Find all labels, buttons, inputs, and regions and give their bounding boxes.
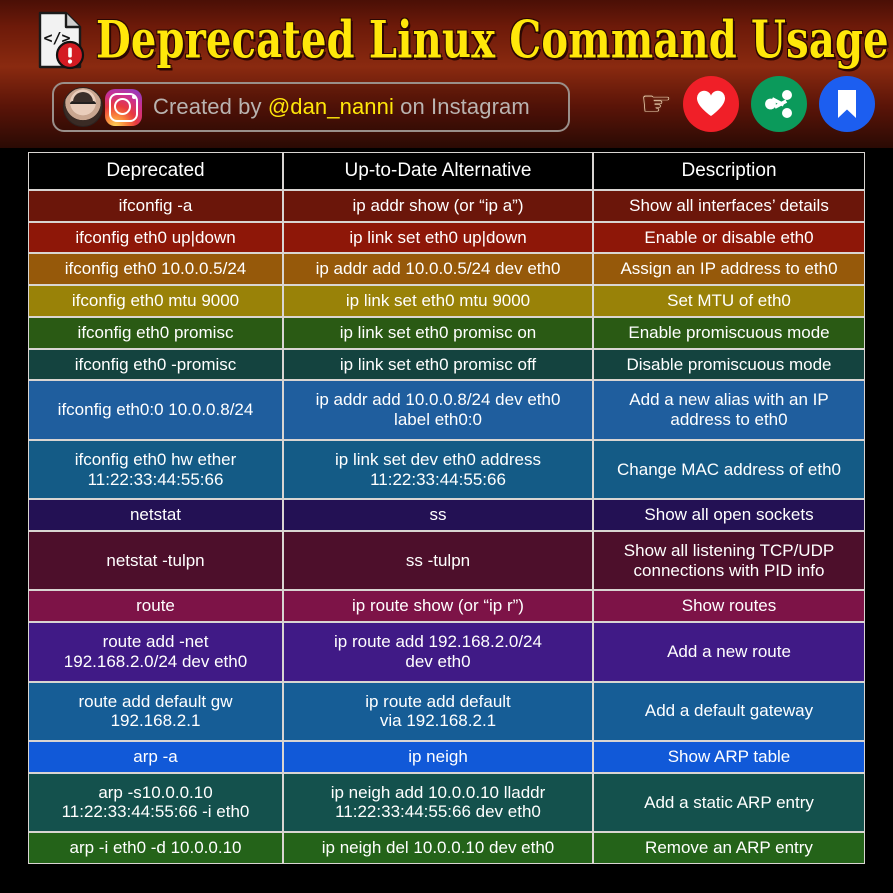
share-icon[interactable]	[751, 76, 807, 132]
table-row: ifconfig eth0 mtu 9000 ip link set eth0 m…	[28, 285, 865, 317]
cell-description: Add a new route	[593, 622, 865, 682]
cell-deprecated: ifconfig eth0 10.0.0.5/24	[28, 253, 283, 286]
cell-alternative: ip addr add 10.0.0.8/24 dev eth0 label et…	[283, 380, 593, 440]
cell-deprecated: netstat -tulpn	[28, 530, 283, 591]
pointing-hand-icon: ☞	[639, 85, 672, 123]
cell-description: Show all open sockets	[593, 499, 865, 531]
user-avatar	[63, 87, 103, 127]
cell-alternative: ip addr show (or “ip a”)	[283, 190, 593, 222]
cell-deprecated: ifconfig eth0 mtu 9000	[28, 285, 283, 317]
table-row: arp -a ip neigh Show ARP table	[28, 740, 865, 773]
cell-alternative: ip link set eth0 mtu 9000	[283, 285, 593, 317]
code-document-alert-icon: </>	[34, 10, 88, 70]
table-row: ifconfig eth0:0 10.0.0.8/24 ip addr add 1…	[28, 380, 865, 440]
cell-deprecated: route add -net 192.168.2.0/24 dev eth0	[28, 622, 283, 682]
cell-alternative: ss	[283, 499, 593, 531]
credit-suffix: on Instagram	[393, 94, 530, 119]
cell-description: Show routes	[593, 590, 865, 623]
bookmark-icon[interactable]	[819, 76, 875, 132]
cell-deprecated: ifconfig eth0 up|down	[28, 221, 283, 254]
cell-description: Add a default gateway	[593, 681, 865, 741]
cell-deprecated: ifconfig -a	[28, 190, 283, 222]
deprecated-commands-table: Deprecated Up-to-Date Alternative Descri…	[28, 152, 865, 864]
table-row: arp -s10.0.0.10 11:22:33:44:55:66 -i eth0…	[28, 772, 865, 833]
table-header-row: Deprecated Up-to-Date Alternative Descri…	[28, 152, 865, 191]
instagram-icon[interactable]	[105, 88, 142, 126]
table-row: ifconfig -a ip addr show (or “ip a”) Show …	[28, 190, 865, 222]
table-body: ifconfig -a ip addr show (or “ip a”) Show …	[28, 190, 865, 864]
title-row: </> Deprecated Linux Command Usage	[0, 4, 893, 76]
cell-description: Enable promiscuous mode	[593, 316, 865, 349]
cell-alternative: ip route add default via 192.168.2.1	[283, 681, 593, 741]
cell-deprecated: arp -a	[28, 740, 283, 773]
table-row: route ip route show (or “ip r”) Show route…	[28, 590, 865, 623]
cell-alternative: ip neigh	[283, 740, 593, 773]
action-icons: ☞	[639, 76, 875, 132]
cell-alternative: ip link set eth0 promisc off	[283, 348, 593, 381]
page-title: Deprecated Linux Command Usage	[96, 10, 889, 71]
table-row: netstat ss Show all open sockets	[28, 499, 865, 531]
cell-description: Show ARP table	[593, 740, 865, 773]
cell-description: Enable or disable eth0	[593, 221, 865, 254]
cell-description: Show all interfaces’ details	[593, 190, 865, 222]
column-header-alternative: Up-to-Date Alternative	[283, 152, 593, 191]
cell-alternative: ip addr add 10.0.0.5/24 dev eth0	[283, 253, 593, 286]
credit-pill[interactable]: Created by @dan_nanni on Instagram	[52, 82, 570, 132]
table-row: ifconfig eth0 hw ether 11:22:33:44:55:66 i…	[28, 439, 865, 500]
cell-deprecated: route	[28, 590, 283, 623]
cell-deprecated: ifconfig eth0 promisc	[28, 316, 283, 349]
table-row: ifconfig eth0 up|down ip link set eth0 up…	[28, 221, 865, 254]
cell-deprecated: ifconfig eth0:0 10.0.0.8/24	[28, 380, 283, 440]
table-row: ifconfig eth0 10.0.0.5/24 ip addr add 10.…	[28, 253, 865, 286]
cell-deprecated: ifconfig eth0 hw ether 11:22:33:44:55:66	[28, 439, 283, 500]
cell-description: Remove an ARP entry	[593, 832, 865, 864]
cell-description: Set MTU of eth0	[593, 285, 865, 317]
cell-alternative: ip link set eth0 promisc on	[283, 316, 593, 349]
cell-description: Disable promiscuous mode	[593, 348, 865, 381]
table-row: route add default gw 192.168.2.1 ip route …	[28, 681, 865, 741]
table-row: arp -i eth0 -d 10.0.0.10 ip neigh del 10.…	[28, 832, 865, 864]
cell-description: Show all listening TCP/UDP connections wi…	[593, 530, 865, 591]
cell-deprecated: arp -i eth0 -d 10.0.0.10	[28, 832, 283, 864]
cell-description: Add a static ARP entry	[593, 772, 865, 833]
cell-alternative: ip neigh del 10.0.0.10 dev eth0	[283, 832, 593, 864]
table-row: route add -net 192.168.2.0/24 dev eth0 ip …	[28, 622, 865, 682]
credit-handle: @dan_nanni	[267, 94, 394, 119]
cell-description: Change MAC address of eth0	[593, 439, 865, 500]
table-row: ifconfig eth0 promisc ip link set eth0 pr…	[28, 316, 865, 349]
column-header-description: Description	[593, 152, 865, 191]
cell-description: Assign an IP address to eth0	[593, 253, 865, 286]
cell-alternative: ip route add 192.168.2.0/24 dev eth0	[283, 622, 593, 682]
credit-prefix: Created by	[153, 94, 268, 119]
cell-alternative: ip link set eth0 up|down	[283, 221, 593, 254]
cell-deprecated: netstat	[28, 499, 283, 531]
cell-description: Add a new alias with an IP address to eth…	[593, 380, 865, 440]
cell-alternative: ss -tulpn	[283, 530, 593, 591]
credit-text: Created by @dan_nanni on Instagram	[153, 94, 530, 120]
cell-deprecated: ifconfig eth0 -promisc	[28, 348, 283, 381]
command-table-container: Deprecated Up-to-Date Alternative Descri…	[0, 148, 893, 893]
cell-deprecated: route add default gw 192.168.2.1	[28, 681, 283, 741]
column-header-deprecated: Deprecated	[28, 152, 283, 191]
table-row: ifconfig eth0 -promisc ip link set eth0 p…	[28, 348, 865, 381]
cell-deprecated: arp -s10.0.0.10 11:22:33:44:55:66 -i eth0	[28, 772, 283, 833]
cell-alternative: ip route show (or “ip r”)	[283, 590, 593, 623]
table-row: netstat -tulpn ss -tulpn Show all listenin…	[28, 530, 865, 591]
header-banner: </> Deprecated Linux Command Usage Creat…	[0, 0, 893, 148]
cell-alternative: ip neigh add 10.0.0.10 lladdr 11:22:33:44…	[283, 772, 593, 833]
cell-alternative: ip link set dev eth0 address 11:22:33:44:…	[283, 439, 593, 500]
infographic-page: </> Deprecated Linux Command Usage Creat…	[0, 0, 893, 893]
heart-icon[interactable]	[683, 76, 739, 132]
